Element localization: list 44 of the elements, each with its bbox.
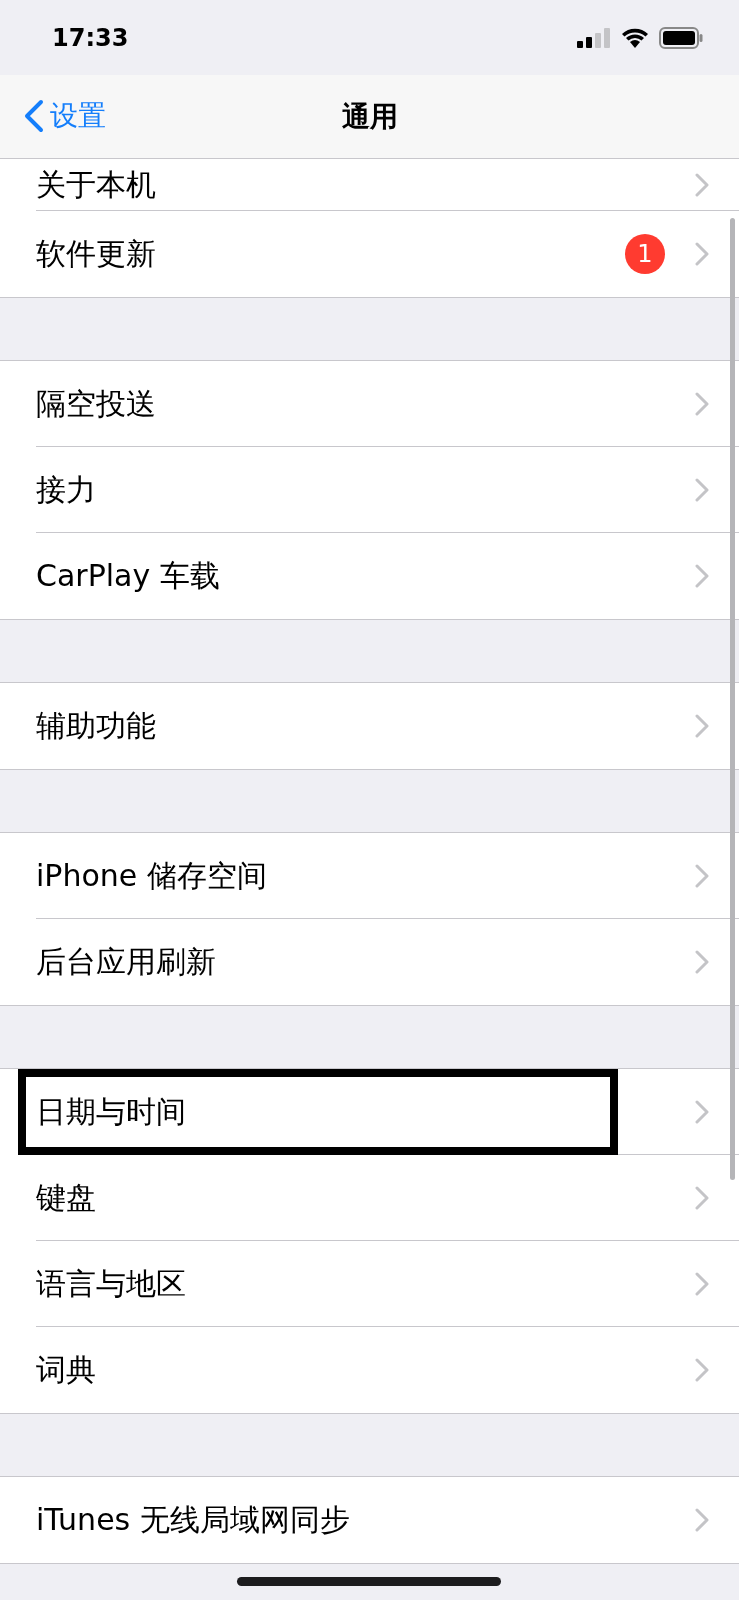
row-label: 辅助功能 [36, 706, 157, 745]
back-chevron-icon [24, 99, 44, 133]
row-label: 词典 [36, 1350, 97, 1389]
chevron-icon [695, 1186, 709, 1210]
chevron-icon [695, 242, 709, 266]
chevron-icon [695, 392, 709, 416]
chevron-icon [695, 864, 709, 888]
wifi-icon [621, 27, 649, 48]
row-label: 日期与时间 [36, 1092, 187, 1131]
chevron-icon [695, 1358, 709, 1382]
row-label: 关于本机 [36, 165, 157, 204]
row-label: CarPlay 车载 [36, 556, 221, 595]
chevron-icon [695, 1508, 709, 1532]
row-label: 软件更新 [36, 234, 157, 273]
settings-row[interactable]: 后台应用刷新 [0, 919, 739, 1005]
nav-title: 通用 [341, 98, 398, 135]
row-label: 隔空投送 [36, 384, 157, 423]
battery-icon [659, 26, 703, 49]
settings-row[interactable]: CarPlay 车载 [0, 533, 739, 619]
row-label: iTunes 无线局域网同步 [36, 1500, 351, 1539]
row-label: iPhone 储存空间 [36, 856, 268, 895]
settings-row[interactable]: 软件更新 1 [0, 211, 739, 297]
chevron-icon [695, 478, 709, 502]
row-label: 后台应用刷新 [36, 942, 217, 981]
chevron-icon [695, 1100, 709, 1124]
back-button[interactable]: 设置 [20, 93, 110, 139]
settings-row[interactable]: 词典 [0, 1327, 739, 1413]
settings-row[interactable]: 日期与时间 [0, 1069, 739, 1155]
row-label: 键盘 [36, 1178, 97, 1217]
chevron-icon [695, 173, 709, 197]
chevron-icon [695, 714, 709, 738]
settings-row[interactable]: 关于本机 [0, 159, 739, 211]
chevron-icon [695, 950, 709, 974]
status-time: 17:33 [52, 23, 129, 52]
settings-row[interactable]: 语言与地区 [0, 1241, 739, 1327]
settings-row[interactable]: 辅助功能 [0, 683, 739, 769]
row-label: 语言与地区 [36, 1264, 187, 1303]
chevron-icon [695, 1272, 709, 1296]
notification-badge: 1 [625, 234, 665, 274]
signal-icon [577, 27, 611, 48]
settings-row[interactable]: iTunes 无线局域网同步 [0, 1477, 739, 1563]
chevron-icon [695, 564, 709, 588]
row-label: 接力 [36, 470, 97, 509]
settings-row[interactable]: 键盘 [0, 1155, 739, 1241]
